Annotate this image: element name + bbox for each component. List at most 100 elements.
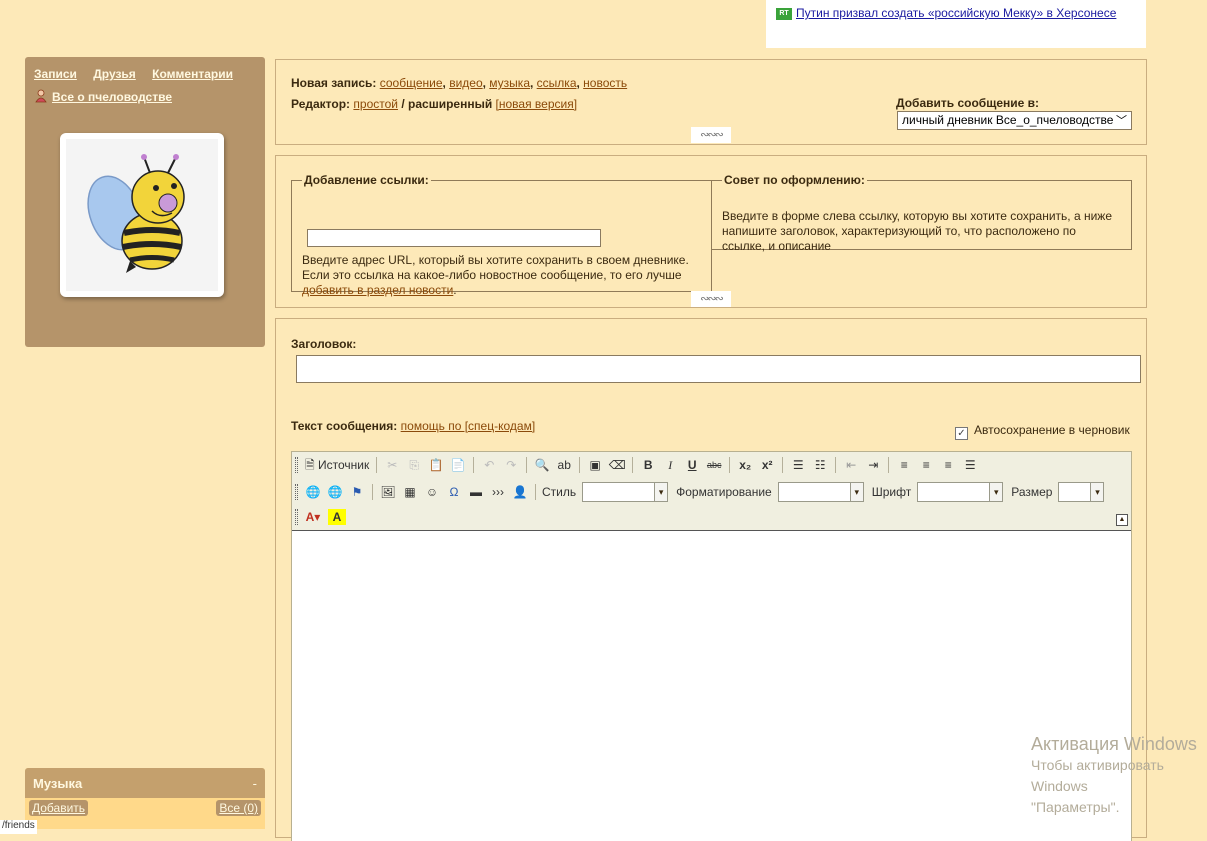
- anchor-flag-icon[interactable]: ⚑: [346, 482, 368, 502]
- format-label: Форматирование: [676, 485, 772, 499]
- image-icon[interactable]: 🖼: [377, 482, 399, 502]
- unlink-icon[interactable]: 🌐: [324, 482, 346, 502]
- user-icon: [35, 89, 47, 103]
- more-icon[interactable]: ›››: [487, 482, 509, 502]
- editor-label: Редактор:: [291, 97, 351, 111]
- special-char-icon[interactable]: Ω: [443, 482, 465, 502]
- resize-grip-icon[interactable]: ∾∾∾: [691, 291, 731, 307]
- copy-icon[interactable]: ⎘: [403, 455, 425, 475]
- type-music-link[interactable]: музыка: [489, 76, 530, 90]
- toolbar-grip-icon: [295, 509, 298, 525]
- editor-content-area[interactable]: [292, 530, 1131, 841]
- nav-friends-link[interactable]: Друзья: [93, 67, 136, 81]
- watermark-line-2: Чтобы активировать Windows: [1031, 757, 1164, 794]
- toolbar-row-2: 🌐 🌐 ⚑ 🖼 ▦ ☺ Ω ▬ ››› 👤 Стиль Форматирован…: [294, 480, 1110, 504]
- toolbar-separator: [376, 457, 378, 473]
- cut-icon[interactable]: ✂: [381, 455, 403, 475]
- background-color-icon[interactable]: A: [328, 509, 346, 525]
- type-link-link[interactable]: ссылка: [537, 76, 577, 90]
- target-select-value: личный дневник Все_о_пчеловодстве: [902, 113, 1114, 127]
- paste-word-icon[interactable]: 📄: [447, 455, 469, 475]
- align-center-icon[interactable]: ≡: [915, 455, 937, 475]
- editor-new-version-link[interactable]: [новая версия]: [496, 97, 578, 111]
- toolbar-grip-icon: [295, 457, 298, 473]
- paste-icon[interactable]: 📋: [425, 455, 447, 475]
- toolbar-grip-icon: [295, 484, 298, 500]
- collapse-toolbar-icon[interactable]: ▲: [1116, 514, 1128, 526]
- chevron-down-icon: ﹀: [1116, 115, 1127, 127]
- nav-comments-link[interactable]: Комментарии: [152, 67, 233, 81]
- editor-simple-link[interactable]: простой: [353, 97, 398, 111]
- type-message-link[interactable]: сообщение: [380, 76, 443, 90]
- tip-fieldset: Совет по оформлению: Введите в форме сле…: [711, 173, 1132, 253]
- toolbar-separator: [632, 457, 634, 473]
- toolbar-separator: [579, 457, 581, 473]
- url-input[interactable]: [307, 229, 601, 247]
- avatar[interactable]: [60, 133, 224, 297]
- rt-logo-icon: RT: [776, 7, 792, 20]
- target-label: Добавить сообщение в:: [896, 96, 1040, 110]
- numbered-list-icon[interactable]: ☰: [787, 455, 809, 475]
- select-all-icon[interactable]: ▣: [584, 455, 606, 475]
- url-help: Введите адрес URL, который вы хотите сох…: [302, 253, 702, 298]
- outdent-icon[interactable]: ⇤: [840, 455, 862, 475]
- bold-icon[interactable]: B: [637, 455, 659, 475]
- music-all-button[interactable]: Все (0): [216, 800, 261, 816]
- music-actions: Добавить Все (0): [25, 798, 265, 818]
- text-color-icon[interactable]: A▾: [302, 507, 324, 527]
- bulleted-list-icon[interactable]: ☷: [809, 455, 831, 475]
- underline-icon[interactable]: U: [681, 455, 703, 475]
- music-header: Музыка -: [25, 768, 265, 798]
- source-button[interactable]: 🗎 Источник: [302, 455, 372, 475]
- music-add-button[interactable]: Добавить: [29, 800, 89, 816]
- news-headline-link[interactable]: Путин призвал создать «российскую Мекку»…: [796, 6, 1116, 20]
- undo-icon[interactable]: ↶: [478, 455, 500, 475]
- subscript-icon[interactable]: x₂: [734, 455, 756, 475]
- type-news-link[interactable]: новость: [583, 76, 627, 90]
- target-select[interactable]: личный дневник Все_о_пчеловодстве ﹀: [897, 111, 1132, 130]
- font-combo[interactable]: [917, 482, 1004, 502]
- source-label: Источник: [317, 458, 370, 472]
- autosave-toggle[interactable]: ✓ Автосохранение в черновик: [955, 423, 1130, 440]
- sidebar-nav: Записи Друзья Комментарии: [34, 67, 246, 81]
- table-icon[interactable]: ▦: [399, 482, 421, 502]
- title-input[interactable]: [296, 355, 1141, 383]
- user-link[interactable]: Все о пчеловодстве: [52, 90, 172, 104]
- link-icon[interactable]: 🌐: [302, 482, 324, 502]
- superscript-icon[interactable]: x²: [756, 455, 778, 475]
- remove-format-icon[interactable]: ⌫: [606, 455, 628, 475]
- post-form-panel: Заголовок: Текст сообщения: помощь по [с…: [275, 318, 1147, 841]
- horizontal-rule-icon[interactable]: ▬: [465, 482, 487, 502]
- smiley-icon[interactable]: ☺: [421, 482, 443, 502]
- indent-icon[interactable]: ⇥: [862, 455, 884, 475]
- music-title: Музыка: [33, 776, 83, 791]
- size-combo[interactable]: [1058, 482, 1105, 502]
- special-codes-help-link[interactable]: помощь по [спец-кодам]: [401, 419, 536, 433]
- format-combo[interactable]: [777, 482, 864, 502]
- toolbar-separator: [888, 457, 890, 473]
- message-label: Текст сообщения:: [291, 419, 398, 433]
- bee-avatar-icon: [66, 139, 218, 291]
- redo-icon[interactable]: ↷: [500, 455, 522, 475]
- friends-stub: /friends: [0, 820, 37, 834]
- music-minimize-button[interactable]: -: [253, 776, 257, 791]
- toolbar-separator: [782, 457, 784, 473]
- windows-activation-watermark: Активация Windows Чтобы активировать Win…: [1031, 734, 1207, 818]
- align-left-icon[interactable]: ≡: [893, 455, 915, 475]
- toolbar-separator: [535, 484, 536, 500]
- nav-posts-link[interactable]: Записи: [34, 67, 77, 81]
- italic-icon[interactable]: I: [659, 455, 681, 475]
- autosave-checkbox[interactable]: ✓: [955, 427, 968, 440]
- find-icon[interactable]: 🔍: [531, 455, 553, 475]
- align-right-icon[interactable]: ≡: [937, 455, 959, 475]
- type-video-link[interactable]: видео: [449, 76, 482, 90]
- replace-icon[interactable]: ab: [553, 455, 575, 475]
- strikethrough-icon[interactable]: abc: [703, 455, 725, 475]
- add-to-news-link[interactable]: добавить в раздел новости: [302, 283, 453, 297]
- user-tag-icon[interactable]: 👤: [509, 482, 531, 502]
- align-justify-icon[interactable]: ☰: [959, 455, 981, 475]
- font-label: Шрифт: [871, 485, 912, 499]
- style-combo[interactable]: [582, 482, 669, 502]
- toolbar-separator: [835, 457, 837, 473]
- resize-grip-icon[interactable]: ∾∾∾: [691, 127, 731, 143]
